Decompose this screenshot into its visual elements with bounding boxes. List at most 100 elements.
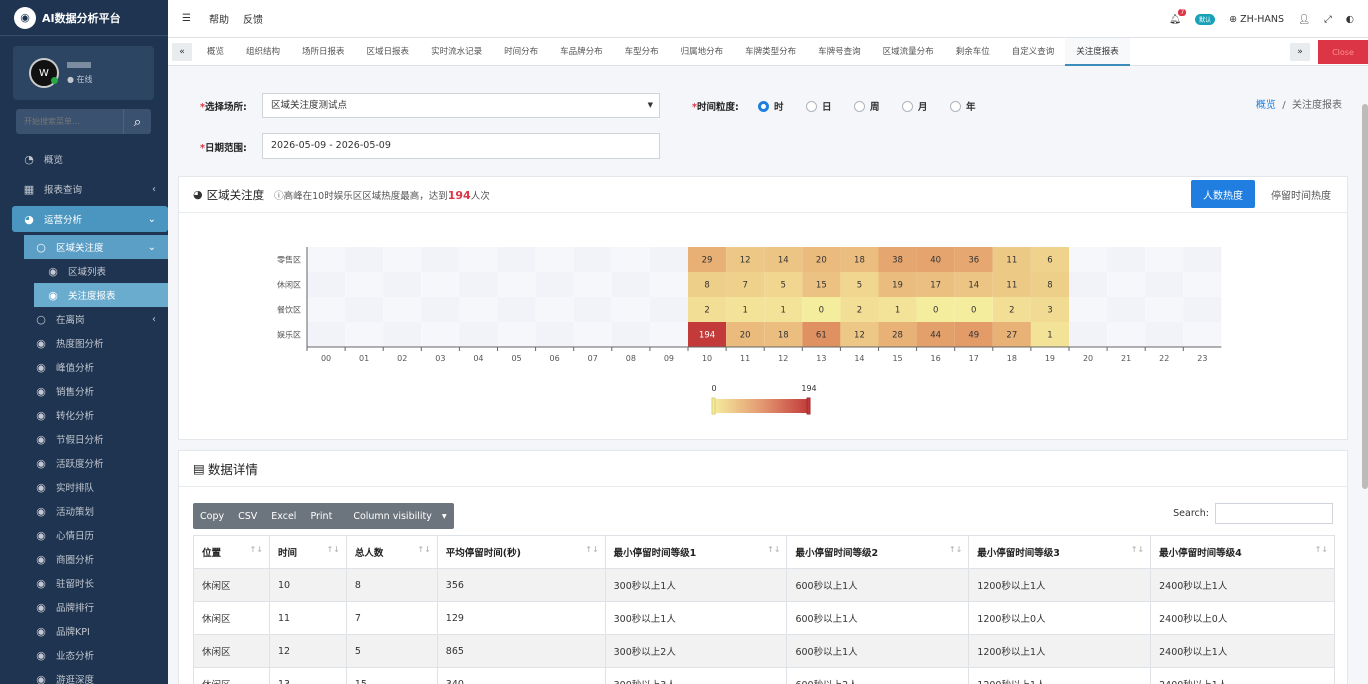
column-header[interactable]: 最小停留时间等级3 ↑↓ [968, 535, 1152, 569]
user-panel[interactable]: W ● 在线 [13, 46, 154, 100]
fullscreen-icon[interactable]: ⤢ [1324, 14, 1332, 25]
sidebar-item-report-query[interactable]: ▦ 报表查询 ‹ [0, 174, 168, 204]
sort-icon[interactable]: ↑↓ [326, 545, 339, 554]
column-header[interactable]: 最小停留时间等级4 ↑↓ [1150, 535, 1335, 569]
sidebar-item-district[interactable]: ◉ 商圈分析 [0, 547, 168, 571]
tab-4[interactable]: 实时流水记录 [420, 38, 493, 66]
sidebar-item-brand-rank[interactable]: ◉ 品牌排行 [0, 595, 168, 619]
table-row[interactable]: 休闲区 10 8 356 300秒以上1人 600秒以上1人 1200秒以上1人 2400秒以… [193, 568, 1335, 602]
column-header[interactable]: 平均停留时间(秒) ↑↓ [436, 535, 606, 569]
sidebar-item-area-attention[interactable]: ○ 区域关注度 ⌄ [24, 235, 168, 259]
sort-icon[interactable]: ↑↓ [767, 545, 780, 554]
sidebar-item-overview[interactable]: ◔ 概览 [0, 144, 168, 174]
table-row[interactable]: 休闲区 12 5 865 300秒以上2人 600秒以上1人 1200秒以上1人 2400秒以… [193, 634, 1335, 668]
radio-week[interactable]: 周 [854, 99, 880, 113]
column-header[interactable]: 总人数 ↑↓ [345, 535, 438, 569]
circle-icon: ○ [36, 312, 46, 326]
palette-icon[interactable]: ◐ [1346, 14, 1354, 25]
table-row[interactable]: 休闲区 11 7 129 300秒以上1人 600秒以上1人 1200秒以上0人 2400秒以… [193, 601, 1335, 635]
tab-11[interactable]: 区域流量分布 [872, 38, 945, 66]
table-row[interactable]: 休闲区1315340300秒以上3人600秒以上2人1200秒以上1人2400秒… [193, 667, 1335, 684]
help-link[interactable]: 帮助 [209, 11, 229, 26]
sidebar-item-heatmap[interactable]: ◉ 热度图分析 [0, 331, 168, 355]
page-scrollbar[interactable] [1362, 104, 1368, 489]
tab-7[interactable]: 车型分布 [614, 38, 670, 66]
column-header[interactable]: 最小停留时间等级1 ↑↓ [604, 535, 788, 569]
x-tick-label: 12 [778, 354, 788, 363]
sort-icon[interactable]: ↑↓ [250, 545, 263, 554]
tab-scroll-right-icon[interactable]: » [1290, 42, 1310, 61]
sidebar-item-brand-kpi[interactable]: ◉ 品牌KPI [0, 619, 168, 643]
radio-year[interactable]: 年 [950, 99, 976, 113]
sidebar-item-activity[interactable]: ◉ 活跃度分析 [0, 451, 168, 475]
sidebar-item-ops-analysis[interactable]: ◕ 运营分析 ⌄ [12, 206, 168, 232]
x-tick-label: 02 [397, 354, 407, 363]
table-search-input[interactable] [1215, 503, 1333, 524]
radio-hour[interactable]: 时 [758, 99, 784, 113]
sort-icon[interactable]: ↑↓ [1315, 545, 1328, 554]
user-icon[interactable]: 👤︎ [1298, 14, 1310, 25]
heatmap-empty-cell [421, 272, 460, 297]
tab-1[interactable]: 组织结构 [235, 38, 291, 66]
sidebar-item-dwell[interactable]: ◉ 驻留时长 [0, 571, 168, 595]
sidebar-item-on-off-duty[interactable]: ○ 在离岗 ‹ [0, 307, 168, 331]
date-range-input[interactable]: 2026-05-09 - 2026-05-09 [262, 133, 660, 159]
sidebar-item-queue[interactable]: ◉ 实时排队 [0, 475, 168, 499]
sidebar-item-area-list[interactable]: ◉ 区域列表 [0, 259, 168, 283]
print-button[interactable]: Print [303, 511, 339, 522]
hamburger-icon[interactable]: ☰ [182, 13, 191, 24]
heatmap-cell-label: 44 [930, 331, 941, 341]
tab-scroll-left-icon[interactable]: « [172, 42, 192, 61]
sidebar-item-depth[interactable]: ◉ 游逛深度 [0, 667, 168, 684]
language-selector[interactable]: ⊕ ZH-HANS [1229, 14, 1284, 25]
tab-0[interactable]: 概览 [196, 38, 235, 66]
sort-icon[interactable]: ↑↓ [1131, 545, 1144, 554]
sort-icon[interactable]: ↑↓ [417, 545, 430, 554]
menu-search-input[interactable] [16, 109, 123, 134]
tab-14[interactable]: 关注度报表 [1065, 37, 1130, 66]
heatmap-cell-label: 36 [968, 256, 979, 266]
sidebar-item-holiday[interactable]: ◉ 节假日分析 [0, 427, 168, 451]
sidebar-item-mood[interactable]: ◉ 心情日历 [0, 523, 168, 547]
tab-10[interactable]: 车牌号查询 [807, 38, 872, 66]
breadcrumb-home[interactable]: 概览 [1256, 100, 1276, 111]
sidebar-item-format[interactable]: ◉ 业态分析 [0, 643, 168, 667]
column-header[interactable]: 位置 ↑↓ [193, 535, 270, 569]
feedback-link[interactable]: 反馈 [243, 11, 263, 26]
chevron-down-icon: ⌄ [147, 213, 156, 225]
tab-3[interactable]: 区域日报表 [356, 38, 421, 66]
tab-12[interactable]: 剩余车位 [945, 38, 1001, 66]
excel-button[interactable]: Excel [264, 511, 303, 522]
bell-icon[interactable]: 🔔︎ 7 [1169, 8, 1187, 25]
tab-6[interactable]: 车品牌分布 [549, 38, 614, 66]
tab-13[interactable]: 自定义查询 [1001, 38, 1066, 66]
csv-button[interactable]: CSV [231, 511, 264, 522]
heatmap-empty-cell [307, 247, 346, 272]
sidebar-item-attention-report[interactable]: ◉ 关注度报表 [34, 283, 168, 307]
tab-5[interactable]: 时间分布 [493, 38, 549, 66]
heatmap-cell-label: 8 [1047, 281, 1052, 291]
tab-8[interactable]: 归属地分布 [670, 38, 735, 66]
default-badge[interactable]: 默认 [1195, 13, 1216, 25]
stay-heat-button[interactable]: 停留时间热度 [1271, 180, 1331, 208]
tab-9[interactable]: 车牌类型分布 [734, 38, 807, 66]
sort-icon[interactable]: ↑↓ [585, 545, 598, 554]
people-heat-button[interactable]: 人数热度 [1191, 180, 1255, 208]
tab-2[interactable]: 场所日报表 [291, 38, 356, 66]
heatmap-cell-label: 17 [930, 281, 941, 291]
sidebar-item-sales[interactable]: ◉ 销售分析 [0, 379, 168, 403]
column-header[interactable]: 时间 ↑↓ [268, 535, 347, 569]
brand[interactable]: ◉ AI数据分析平台 [0, 0, 168, 36]
column-header[interactable]: 最小停留时间等级2 ↑↓ [786, 535, 970, 569]
radio-month[interactable]: 月 [902, 99, 928, 113]
place-select[interactable]: 区域关注度测试点 ▼ [262, 93, 660, 118]
close-tabs-button[interactable]: Close [1318, 40, 1368, 64]
sidebar-item-campaign[interactable]: ◉ 活动策划 [0, 499, 168, 523]
sort-icon[interactable]: ↑↓ [949, 545, 962, 554]
column-visibility-button[interactable]: Column visibility ▾ [339, 511, 453, 522]
sidebar-item-peak[interactable]: ◉ 峰值分析 [0, 355, 168, 379]
copy-button[interactable]: Copy [193, 511, 231, 522]
sidebar-item-conversion[interactable]: ◉ 转化分析 [0, 403, 168, 427]
search-icon[interactable]: ⌕ [123, 109, 151, 134]
radio-day[interactable]: 日 [806, 99, 832, 113]
